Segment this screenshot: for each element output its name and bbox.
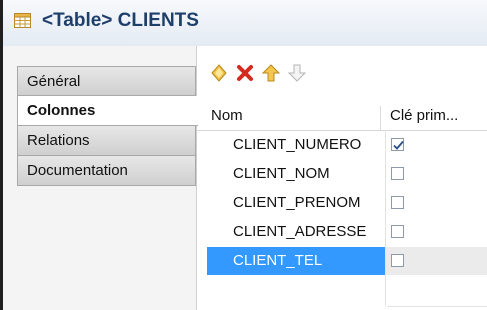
column-name-cell[interactable]: CLIENT_TEL <box>207 247 385 275</box>
column-gridline <box>385 131 386 306</box>
primary-key-checkbox[interactable] <box>391 138 404 151</box>
table-icon <box>14 13 31 28</box>
table-row[interactable]: CLIENT_NOM <box>197 160 487 189</box>
primary-key-checkbox[interactable] <box>391 225 404 238</box>
table-row[interactable]: CLIENT_NUMERO <box>197 131 487 160</box>
sidebar: Général Colonnes Relations Documentation <box>3 46 198 310</box>
column-header-cle-primaire[interactable]: Clé prim... <box>390 102 458 130</box>
primary-key-checkbox[interactable] <box>391 167 404 180</box>
primary-key-checkbox[interactable] <box>391 196 404 209</box>
column-header-nom[interactable]: Nom <box>211 102 243 130</box>
page-title: <Table> CLIENTS <box>42 10 199 31</box>
check-icon <box>393 140 404 150</box>
column-name-cell[interactable]: CLIENT_NUMERO <box>207 131 385 159</box>
tab-relations[interactable]: Relations <box>17 126 196 156</box>
delete-x-icon <box>237 65 253 81</box>
column-name-cell[interactable]: CLIENT_NOM <box>207 160 385 188</box>
editor-body: Général Colonnes Relations Documentation <box>3 46 487 310</box>
column-divider[interactable] <box>380 106 381 130</box>
delete-column-button[interactable] <box>235 62 255 84</box>
add-column-button[interactable] <box>209 62 229 84</box>
table-bottom-border <box>387 306 487 307</box>
tab-documentation[interactable]: Documentation <box>17 156 196 186</box>
arrow-up-icon <box>261 64 281 82</box>
tab-general[interactable]: Général <box>17 66 196 96</box>
move-up-button[interactable] <box>261 62 281 84</box>
column-name-cell[interactable]: CLIENT_PRENOM <box>207 189 385 217</box>
column-name-cell[interactable]: CLIENT_ADRESSE <box>207 218 385 246</box>
primary-key-checkbox[interactable] <box>391 254 404 267</box>
move-down-button[interactable] <box>287 62 307 84</box>
tab-colonnes[interactable]: Colonnes <box>17 96 198 126</box>
table-header: Nom Clé prim... <box>197 102 487 131</box>
editor-header: <Table> CLIENTS <box>3 0 487 47</box>
table-row[interactable]: CLIENT_PRENOM <box>197 189 487 218</box>
arrow-down-icon <box>287 64 307 82</box>
add-diamond-icon <box>211 64 227 82</box>
table-row[interactable]: CLIENT_ADRESSE <box>197 218 487 247</box>
table-row-selected[interactable]: CLIENT_TEL <box>197 247 487 276</box>
